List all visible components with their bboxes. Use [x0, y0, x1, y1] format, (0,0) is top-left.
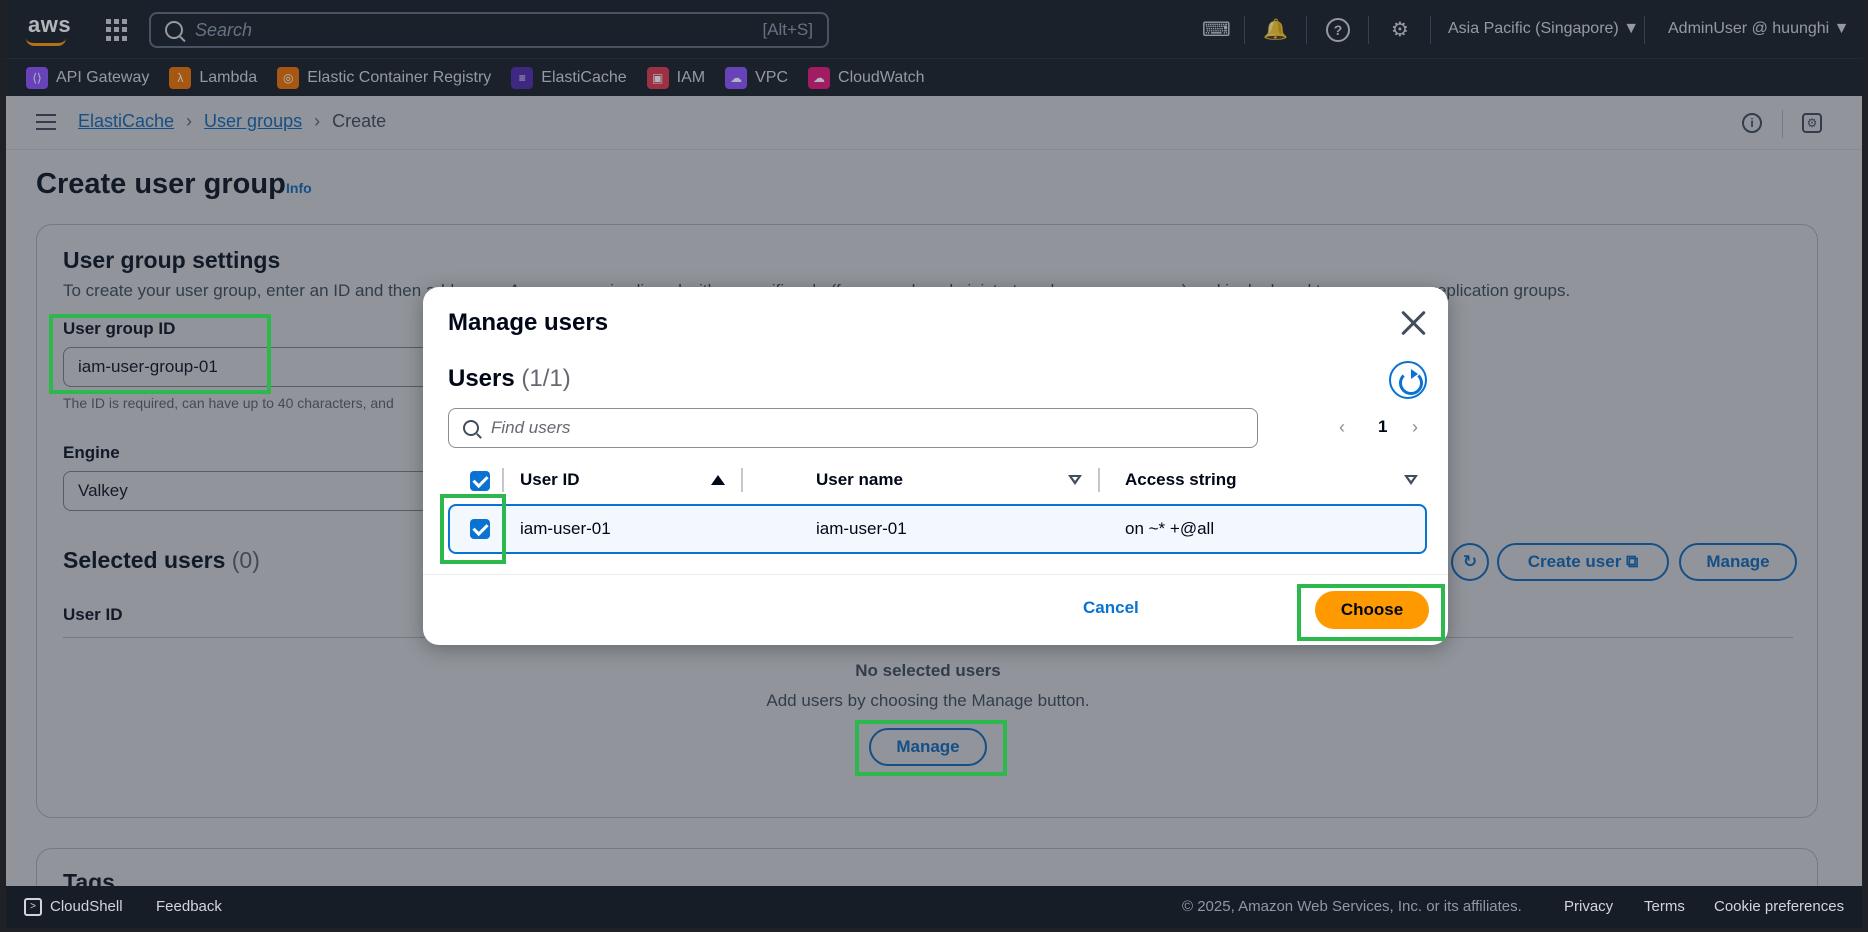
select-all-checkbox[interactable]: [470, 471, 490, 491]
highlight-row-checkbox: [440, 494, 506, 564]
modal-title: Manage users: [448, 309, 609, 336]
sort-icon[interactable]: [1068, 475, 1082, 485]
modal-backdrop-top: [6, 0, 1862, 96]
column-divider: [741, 468, 743, 492]
sort-ascending-icon[interactable]: [711, 475, 725, 485]
footer-terms[interactable]: Terms: [1644, 898, 1685, 915]
refresh-icon[interactable]: [1389, 361, 1427, 399]
highlight-choose-button: [1297, 584, 1445, 641]
cloudshell-icon: >: [24, 898, 42, 916]
manage-users-modal: Manage users Users (1/1) Find users ‹ 1 …: [423, 287, 1448, 645]
cancel-button[interactable]: Cancel: [1083, 598, 1139, 618]
footer-cookie-preferences[interactable]: Cookie preferences: [1714, 898, 1844, 915]
find-users-placeholder: Find users: [491, 418, 571, 437]
footer-copyright: © 2025, Amazon Web Services, Inc. or its…: [1182, 898, 1522, 915]
find-users-input[interactable]: Find users: [448, 408, 1258, 448]
modal-footer-divider: [423, 574, 1448, 575]
column-user-id[interactable]: User ID: [520, 470, 580, 490]
column-user-name[interactable]: User name: [816, 470, 903, 490]
chevron-left-icon[interactable]: ‹: [1339, 417, 1345, 438]
users-heading: Users (1/1): [448, 365, 571, 392]
row-user-name: iam-user-01: [816, 519, 907, 538]
column-divider: [502, 468, 504, 492]
column-access-string[interactable]: Access string: [1125, 470, 1237, 490]
users-count: (1/1): [521, 365, 571, 392]
row-access-string: on ~* +@all: [1125, 519, 1215, 538]
footer-feedback[interactable]: Feedback: [156, 898, 222, 915]
footer-privacy[interactable]: Privacy: [1564, 898, 1613, 915]
footer: > CloudShell Feedback © 2025, Amazon Web…: [6, 886, 1862, 928]
chevron-right-icon[interactable]: ›: [1412, 417, 1418, 438]
page-number[interactable]: 1: [1378, 417, 1387, 437]
app-window: aws Search [Alt+S] ⌨ 🔔 ? ⚙ Asia Pacific …: [6, 0, 1862, 928]
column-divider: [1098, 468, 1100, 492]
sort-icon[interactable]: [1404, 475, 1418, 485]
close-icon[interactable]: [1399, 309, 1427, 337]
highlight-user-group-id: [49, 314, 271, 394]
row-user-id: iam-user-01: [520, 519, 611, 538]
highlight-manage-button: [855, 720, 1007, 776]
footer-cloudshell[interactable]: CloudShell: [50, 898, 123, 915]
search-icon: [463, 420, 479, 436]
